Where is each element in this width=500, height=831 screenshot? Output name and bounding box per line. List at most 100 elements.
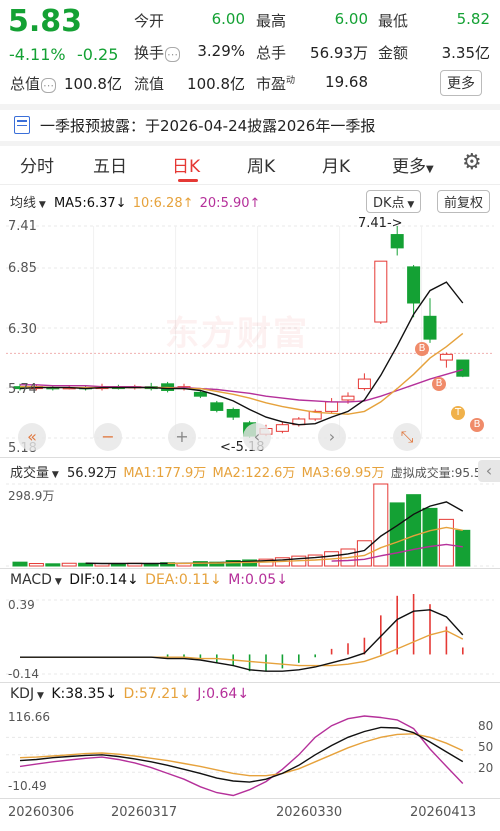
kdj-d: D:57.21 xyxy=(123,686,180,702)
volume-legend: 成交量 ▼ 56.92万 MA1:177.9万 MA2:122.6万 MA3:6… xyxy=(10,462,500,481)
ma-selector[interactable]: 均线 ▼ xyxy=(10,196,46,211)
ma10-arrow: ↑ xyxy=(182,196,194,211)
caret-down-icon: ▼ xyxy=(426,164,434,175)
dk-point-button[interactable]: DK点 ▼ xyxy=(366,190,422,213)
macd-axis-top: 0.39 xyxy=(8,598,35,612)
tab-daily-k[interactable]: 日K xyxy=(172,152,200,177)
high-price-value: 7.41 xyxy=(358,216,387,231)
tab-weekly-k[interactable]: 周K xyxy=(247,152,275,177)
stat-value-market-cap: 100.8亿 xyxy=(64,75,122,93)
ma-legend: 均线 ▼ MA5:6.37↓ 10:6.28↑ 20:5.90↑ xyxy=(10,192,260,211)
buy-marker[interactable]: B xyxy=(415,342,429,356)
ma20-value: 20:5.90 xyxy=(199,196,250,211)
tab-intraday[interactable]: 分时 xyxy=(20,152,54,177)
stat-value-volume: 56.93万 xyxy=(310,44,368,62)
macd-selector[interactable]: MACD ▼ xyxy=(10,572,62,588)
stat-label-amount: 金额 xyxy=(378,44,409,62)
vol-ma2: MA2:122.6万 xyxy=(212,466,296,481)
kdj-k: K:38.35 xyxy=(51,686,106,702)
chart-watermark: 东方财富 xyxy=(165,314,309,354)
candle-body xyxy=(456,359,470,377)
buy-marker[interactable]: B xyxy=(470,418,484,432)
candle-body xyxy=(210,402,224,411)
volume-chart[interactable] xyxy=(0,482,500,568)
candle-body xyxy=(439,353,453,361)
kdj-j-arrow: ↓ xyxy=(237,686,250,702)
turnover-label: 换手 xyxy=(134,44,165,62)
candle-body xyxy=(275,424,289,432)
macd-selector-label: MACD xyxy=(10,572,52,588)
kdj-j: J:0.64 xyxy=(197,686,238,702)
tab-more[interactable]: 更多▼ xyxy=(392,152,434,177)
stat-value-amount: 3.35亿 xyxy=(441,44,490,62)
zoom-out-icon[interactable]: − xyxy=(94,423,122,451)
volume-bar xyxy=(61,562,77,567)
change-amount: -0.25 xyxy=(77,45,119,64)
kdj-level-80: 80 xyxy=(478,719,494,733)
kdj-chart[interactable] xyxy=(0,708,500,798)
kdj-axis-bottom: -10.49 xyxy=(8,779,47,793)
macd-chart[interactable] xyxy=(0,594,500,680)
high-price-annotation: 7.41-> xyxy=(358,216,403,231)
volume-bar xyxy=(389,502,405,567)
scroll-left-icon[interactable]: « xyxy=(18,423,46,451)
macd-dea: DEA:0.11 xyxy=(145,572,211,588)
volume-bar xyxy=(12,561,28,567)
info-icon[interactable]: ⋯ xyxy=(165,47,181,62)
candle-body xyxy=(423,315,437,340)
stat-label-open: 今开 xyxy=(134,12,165,30)
dk-point-label: DK点 xyxy=(373,196,405,211)
ma20-arrow: ↑ xyxy=(249,196,261,211)
candle-body xyxy=(226,408,240,418)
ma-selector-label: 均线 xyxy=(10,196,37,211)
tab-more-label: 更多 xyxy=(392,157,426,177)
volume-bar xyxy=(438,518,454,567)
volume-bar xyxy=(373,483,389,567)
divider xyxy=(0,682,500,683)
kdj-selector[interactable]: KDJ ▼ xyxy=(10,686,44,702)
stat-value-turnover: 3.29% xyxy=(197,42,245,60)
ma5-arrow: ↓ xyxy=(115,196,127,211)
price-axis-label: 6.30 xyxy=(8,322,37,337)
collapse-panel-icon[interactable]: ‹ xyxy=(478,460,500,482)
more-stats-button[interactable]: 更多 xyxy=(440,70,482,96)
volume-bar xyxy=(28,563,44,567)
price-adjust-button[interactable]: 前复权 xyxy=(437,190,491,213)
price-axis-label: 6.85 xyxy=(8,261,37,276)
ma10-value: 10:6.28 xyxy=(132,196,183,211)
step-right-icon[interactable]: › xyxy=(318,423,346,451)
macd-dea-arrow: ↓ xyxy=(210,572,222,588)
vol-ma1: MA1:177.9万 xyxy=(123,466,207,481)
zoom-in-icon[interactable]: + xyxy=(168,423,196,451)
settings-gear-icon[interactable]: ⚙ xyxy=(462,150,482,175)
date-label: 20260413 xyxy=(410,805,477,820)
buy-marker[interactable]: B xyxy=(432,377,446,391)
macd-m-arrow: ↓ xyxy=(276,572,288,588)
candle-body xyxy=(407,266,421,304)
tab-monthly-k[interactable]: 月K xyxy=(322,152,350,177)
volume-bar xyxy=(45,563,61,567)
earnings-notice[interactable]: 一季报预披露：于2026-04-24披露2026年一季报 xyxy=(40,115,375,136)
tab-five-day[interactable]: 五日 xyxy=(93,152,127,177)
change-percent: -4.11% xyxy=(9,45,66,64)
caret-down-icon: ▼ xyxy=(34,691,44,701)
candle-body xyxy=(357,378,371,390)
kdj-legend: KDJ ▼ K:38.35↓ D:57.21↓ J:0.64↓ xyxy=(10,686,249,702)
stat-label-pe: 市盈动 xyxy=(256,73,295,94)
fullscreen-icon[interactable]: ⤡ xyxy=(393,423,421,451)
macd-dif-line xyxy=(20,609,464,672)
volume-selector[interactable]: 成交量 ▼ xyxy=(10,466,59,481)
stat-label-high: 最高 xyxy=(256,12,287,30)
volume-bar xyxy=(455,529,471,567)
divider xyxy=(0,457,500,458)
trade-marker[interactable]: T xyxy=(451,406,465,420)
vol-ma3: MA3:69.95万 xyxy=(301,466,385,481)
kdj-axis-top: 116.66 xyxy=(8,710,50,724)
step-left-icon[interactable]: ‹ xyxy=(243,423,271,451)
stat-label-market-cap: 总值 ⋯ xyxy=(10,73,57,94)
caret-down-icon: ▼ xyxy=(36,200,46,210)
info-icon[interactable]: ⋯ xyxy=(41,78,57,93)
volume-axis-top: 298.9万 xyxy=(8,489,55,503)
stat-value-float-cap: 100.8亿 xyxy=(187,75,245,93)
market-cap-label: 总值 xyxy=(10,75,41,93)
